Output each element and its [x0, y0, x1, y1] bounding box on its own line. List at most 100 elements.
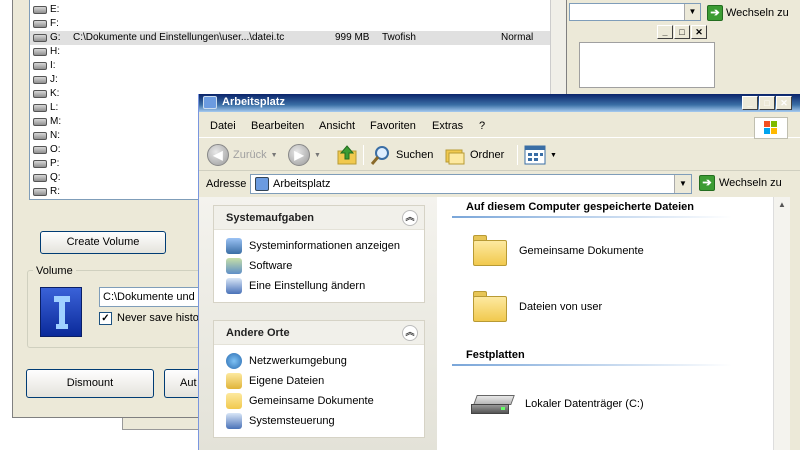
- drive-letter: G:: [50, 32, 61, 43]
- toolbar: ◀ Zurück ▼ ▶ ▼ Suchen Ordner ▼: [199, 139, 800, 171]
- maximize-button[interactable]: □: [759, 96, 775, 110]
- drive-letter: I:: [50, 60, 56, 71]
- window-controls: _ □ ✕: [742, 96, 792, 110]
- drive-letter: O:: [50, 144, 61, 155]
- title-bar[interactable]: Arbeitsplatz _ □ ✕: [199, 94, 800, 112]
- place-link-my-documents[interactable]: Eigene Dateien: [226, 373, 324, 389]
- folders-button[interactable]: Ordner: [444, 144, 504, 166]
- drive-row[interactable]: I:: [30, 59, 561, 73]
- goto-button[interactable]: ➔ Wechseln zu: [699, 175, 782, 191]
- drive-row[interactable]: J:: [30, 73, 561, 87]
- system-tasks-header[interactable]: Systemaufgaben ︽: [214, 206, 424, 230]
- views-button[interactable]: ▼: [524, 144, 557, 166]
- software-icon: [226, 258, 242, 274]
- menu-favoriten[interactable]: Favoriten: [370, 120, 416, 132]
- drive-letter: P:: [50, 158, 60, 169]
- folder-item-shared-documents[interactable]: Gemeinsame Dokumente: [471, 233, 644, 269]
- close-button[interactable]: ✕: [691, 25, 707, 39]
- up-folder-button[interactable]: [336, 144, 358, 166]
- arbeitsplatz-window: Arbeitsplatz _ □ ✕ Datei Bearbeiten Ansi…: [198, 94, 800, 450]
- chevron-down-icon[interactable]: ▼: [674, 175, 691, 193]
- task-link-software[interactable]: Software: [226, 258, 292, 274]
- drive-icon: [33, 90, 47, 98]
- go-arrow-icon: ➔: [699, 175, 715, 191]
- forward-arrow-icon: ▶: [288, 144, 310, 166]
- address-input[interactable]: Arbeitsplatz ▼: [250, 174, 692, 194]
- minimize-button[interactable]: _: [742, 96, 758, 110]
- background-goto-label: Wechseln zu: [726, 6, 789, 19]
- place-link-shared-documents[interactable]: Gemeinsame Dokumente: [226, 393, 374, 409]
- drive-icon: [33, 146, 47, 154]
- collapse-chevron-icon[interactable]: ︽: [402, 325, 418, 341]
- dismount-button[interactable]: Dismount: [26, 369, 154, 398]
- back-label: Zurück: [233, 149, 267, 161]
- drive-row[interactable]: F:: [30, 17, 561, 31]
- maximize-button[interactable]: □: [674, 25, 690, 39]
- background-address-combo[interactable]: ▼: [569, 3, 701, 21]
- up-folder-icon: [337, 145, 357, 165]
- drive-letter: R:: [50, 186, 60, 197]
- volume-group-label: Volume: [33, 265, 76, 277]
- menu-datei[interactable]: Datei: [210, 120, 236, 132]
- drive-row[interactable]: G: C:\Dokumente und Einstellungen\user...…: [30, 31, 561, 45]
- chevron-down-icon[interactable]: ▼: [684, 4, 700, 20]
- background-goto-button[interactable]: ➔ Wechseln zu: [707, 3, 800, 22]
- task-link-label: Systeminformationen anzeigen: [249, 240, 401, 252]
- menu-bearbeiten[interactable]: Bearbeiten: [251, 120, 304, 132]
- shared-documents-icon: [226, 393, 242, 409]
- never-save-history-label: Never save histo: [117, 312, 199, 324]
- drive-volume: C:\Dokumente und Einstellungen\user...\d…: [73, 32, 285, 43]
- content-pane: Auf diesem Computer gespeicherte Dateien…: [437, 197, 773, 450]
- place-link-label: Gemeinsame Dokumente: [249, 395, 374, 407]
- chevron-down-icon[interactable]: ▼: [550, 152, 557, 159]
- task-link-change-setting[interactable]: Eine Einstellung ändern: [226, 278, 365, 294]
- menu-ansicht[interactable]: Ansicht: [319, 120, 355, 132]
- menu-extras[interactable]: Extras: [432, 120, 463, 132]
- search-button[interactable]: Suchen: [370, 144, 433, 166]
- volume-path-input[interactable]: C:\Dokumente und: [99, 287, 209, 307]
- menu-help[interactable]: ?: [479, 120, 485, 132]
- system-info-icon: [226, 238, 242, 254]
- folder-item-user-files[interactable]: Dateien von user: [471, 289, 602, 325]
- task-link-label: Software: [249, 260, 293, 272]
- create-volume-button[interactable]: Create Volume: [40, 231, 166, 254]
- forward-button[interactable]: ▶ ▼: [288, 144, 321, 166]
- other-places-header[interactable]: Andere Orte ︽: [214, 321, 424, 345]
- task-link-label: Eine Einstellung ändern: [249, 280, 366, 292]
- go-arrow-icon: ➔: [707, 4, 723, 21]
- my-computer-icon: [203, 96, 217, 109]
- menu-bar: Datei Bearbeiten Ansicht Favoriten Extra…: [199, 114, 800, 138]
- close-button[interactable]: ✕: [776, 96, 792, 110]
- background-window-controls: _ □ ✕: [657, 25, 707, 39]
- back-button[interactable]: ◀ Zurück ▼: [207, 144, 278, 166]
- task-link-system-info[interactable]: Systeminformationen anzeigen: [226, 238, 400, 254]
- folder-icon: [471, 289, 509, 325]
- drive-icon: [33, 174, 47, 182]
- search-icon: [370, 146, 389, 165]
- drive-icon: [33, 6, 47, 14]
- back-arrow-icon: ◀: [207, 144, 229, 166]
- place-link-label: Systemsteuerung: [249, 415, 335, 427]
- place-link-network[interactable]: Netzwerkumgebung: [226, 353, 347, 369]
- chevron-down-icon[interactable]: ▼: [271, 152, 278, 159]
- drive-letter: E:: [50, 4, 60, 15]
- never-save-history-checkbox[interactable]: ✓: [99, 312, 112, 325]
- chevron-down-icon[interactable]: ▼: [314, 152, 321, 159]
- place-link-control-panel[interactable]: Systemsteuerung: [226, 413, 335, 429]
- drive-icon: [33, 76, 47, 84]
- drive-item-local-c[interactable]: Lokaler Datenträger (C:): [471, 393, 644, 415]
- drive-icon: [33, 20, 47, 28]
- my-computer-icon: [255, 177, 269, 191]
- content-scrollbar[interactable]: ▲: [773, 197, 790, 450]
- truecrypt-logo-icon: [40, 287, 82, 337]
- minimize-button[interactable]: _: [657, 25, 673, 39]
- drive-letter: N:: [50, 130, 60, 141]
- collapse-chevron-icon[interactable]: ︽: [402, 210, 418, 226]
- scroll-up-icon[interactable]: ▲: [776, 199, 788, 211]
- drive-icon: [33, 160, 47, 168]
- drive-row[interactable]: H:: [30, 45, 561, 59]
- windows-logo-icon: [754, 117, 788, 139]
- drive-row[interactable]: E:: [30, 3, 561, 17]
- drive-type: Normal: [501, 32, 534, 43]
- group-divider: [452, 364, 732, 366]
